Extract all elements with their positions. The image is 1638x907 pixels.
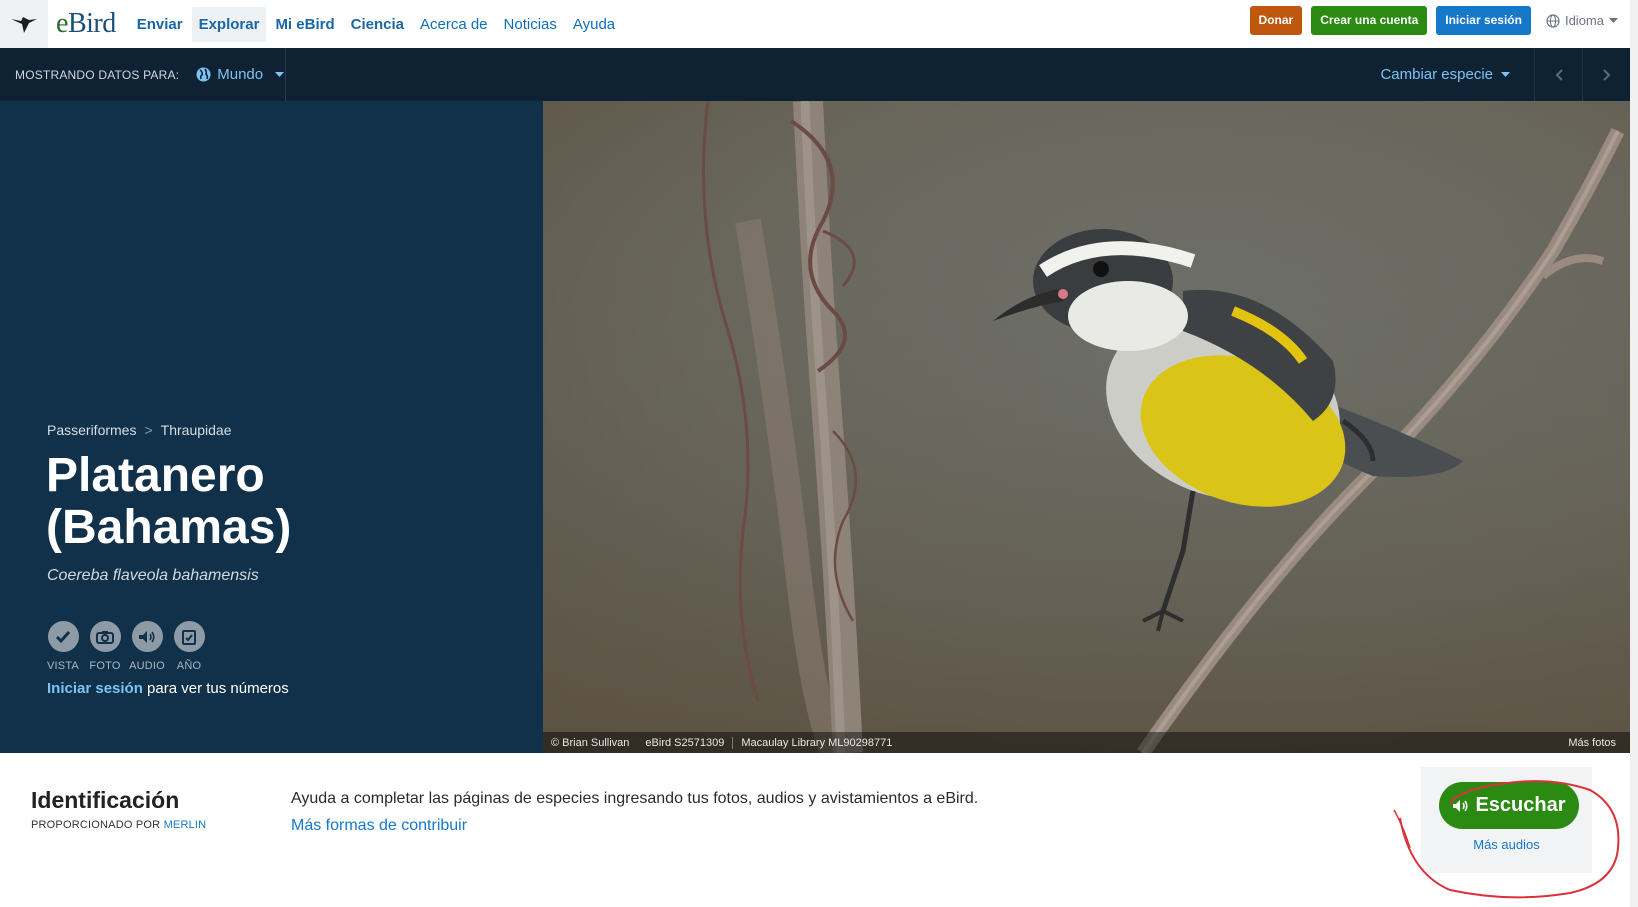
chevron-down-icon xyxy=(275,71,285,77)
nav-ciencia[interactable]: Ciencia xyxy=(344,7,411,42)
stat-photo-label: FOTO xyxy=(89,660,121,672)
ebird-logo-text[interactable]: eBird xyxy=(56,8,116,40)
nav-acerca-de[interactable]: Acerca de xyxy=(413,7,495,42)
stat-seen-label: VISTA xyxy=(47,660,79,672)
identification-section: Identificación PROPORCIONADO POR MERLIN … xyxy=(0,753,1630,907)
speaker-icon xyxy=(1453,799,1469,812)
previous-species-button[interactable] xyxy=(1534,48,1582,101)
chevron-down-icon xyxy=(1501,71,1510,77)
region-selector[interactable]: Mundo xyxy=(196,66,285,83)
signin-link[interactable]: Iniciar sesión xyxy=(47,680,143,697)
species-navigation: Cambiar especie xyxy=(1380,48,1630,101)
stat-year-label: AÑO xyxy=(176,660,202,672)
showing-data-label: MOSTRANDO DATOS PARA: xyxy=(15,67,180,82)
species-scientific-name: Coereba flaveola bahamensis xyxy=(47,567,259,584)
nav-enviar[interactable]: Enviar xyxy=(130,7,190,42)
nav-ayuda[interactable]: Ayuda xyxy=(566,7,622,42)
signin-prompt: Iniciar sesión para ver tus números xyxy=(47,680,289,697)
divider xyxy=(285,48,286,101)
donate-button[interactable]: Donar xyxy=(1249,6,1303,35)
globe-icon xyxy=(1546,13,1560,28)
top-nav: eBird Enviar Explorar Mi eBird Ciencia A… xyxy=(0,0,1630,48)
merlin-link[interactable]: MERLIN xyxy=(164,819,207,831)
nav-noticias[interactable]: Noticias xyxy=(497,7,564,42)
speaker-icon xyxy=(131,621,163,652)
stat-photo: FOTO xyxy=(89,621,121,672)
personal-stats: VISTA FOTO AUDIO AÑO xyxy=(47,621,205,672)
species-hero-photo[interactable]: © Brian Sullivan eBird S2571309 Macaulay… xyxy=(543,101,1630,753)
stat-audio-label: AUDIO xyxy=(129,660,165,672)
order-link[interactable]: Passeriformes xyxy=(47,422,136,438)
signin-prompt-suffix: para ver tus números xyxy=(142,680,289,697)
region-value: Mundo xyxy=(217,66,264,83)
scrollbar[interactable] xyxy=(1630,0,1638,907)
species-header-panel: Passeriformes > Thraupidae Platanero (Ba… xyxy=(0,101,543,753)
camera-icon xyxy=(89,621,121,652)
species-common-name: Platanero (Bahamas) xyxy=(46,449,292,554)
photo-caption: © Brian Sullivan eBird S2571309 Macaulay… xyxy=(543,732,1630,753)
create-account-button[interactable]: Crear una cuenta xyxy=(1311,6,1428,35)
nav-mi-ebird[interactable]: Mi eBird xyxy=(268,7,341,42)
logo-e: e xyxy=(56,8,68,39)
listen-button[interactable]: Escuchar xyxy=(1439,782,1579,829)
breadcrumb-separator: > xyxy=(144,422,153,438)
language-label: Idioma xyxy=(1564,13,1604,28)
listen-label: Escuchar xyxy=(1475,794,1566,816)
family-link[interactable]: Thraupidae xyxy=(161,422,232,438)
photo-credit: © Brian Sullivan xyxy=(551,736,630,749)
language-selector[interactable]: Idioma xyxy=(1546,13,1618,28)
sign-in-button[interactable]: Iniciar sesión xyxy=(1436,6,1531,35)
nav-actions: Donar Crear una cuenta Iniciar sesión Id… xyxy=(1249,6,1618,35)
chevron-right-icon xyxy=(1602,68,1610,81)
stat-year: AÑO xyxy=(173,621,205,672)
bird-logo-icon xyxy=(11,17,37,33)
change-species-dropdown[interactable]: Cambiar especie xyxy=(1380,66,1510,83)
nav-explorar[interactable]: Explorar xyxy=(191,6,267,42)
ebird-logo-mark[interactable] xyxy=(0,0,48,48)
bird-photo-illustration xyxy=(543,101,1630,753)
stat-audio: AUDIO xyxy=(129,621,165,672)
more-ways-contribute-link[interactable]: Más formas de contribuir xyxy=(291,817,467,835)
provided-by: PROPORCIONADO POR MERLIN xyxy=(31,819,206,831)
more-audio-link[interactable]: Más audios xyxy=(1421,837,1592,852)
identification-title: Identificación xyxy=(31,787,180,813)
chevron-left-icon xyxy=(1555,68,1563,81)
region-bar: MOSTRANDO DATOS PARA: Mundo Cambiar espe… xyxy=(0,48,1630,101)
calendar-check-icon xyxy=(173,621,205,652)
provided-by-label: PROPORCIONADO POR xyxy=(31,819,164,831)
contribute-text: Ayuda a completar las páginas de especie… xyxy=(291,790,979,807)
logo-bird: Bird xyxy=(67,8,116,39)
check-icon xyxy=(47,621,79,652)
change-species-label: Cambiar especie xyxy=(1380,66,1493,83)
next-species-button[interactable] xyxy=(1582,48,1630,101)
photo-asset-link[interactable]: Macaulay Library ML90298771 xyxy=(732,736,900,749)
stat-seen: VISTA xyxy=(47,621,79,672)
listen-panel: Escuchar Más audios xyxy=(1421,767,1592,873)
globe-icon xyxy=(196,67,211,82)
more-photos-link[interactable]: Más fotos xyxy=(1560,737,1624,749)
photo-checklist-link[interactable]: eBird S2571309 xyxy=(637,737,732,749)
taxonomy-breadcrumb: Passeriformes > Thraupidae xyxy=(47,422,231,438)
chevron-down-icon xyxy=(1609,17,1618,23)
